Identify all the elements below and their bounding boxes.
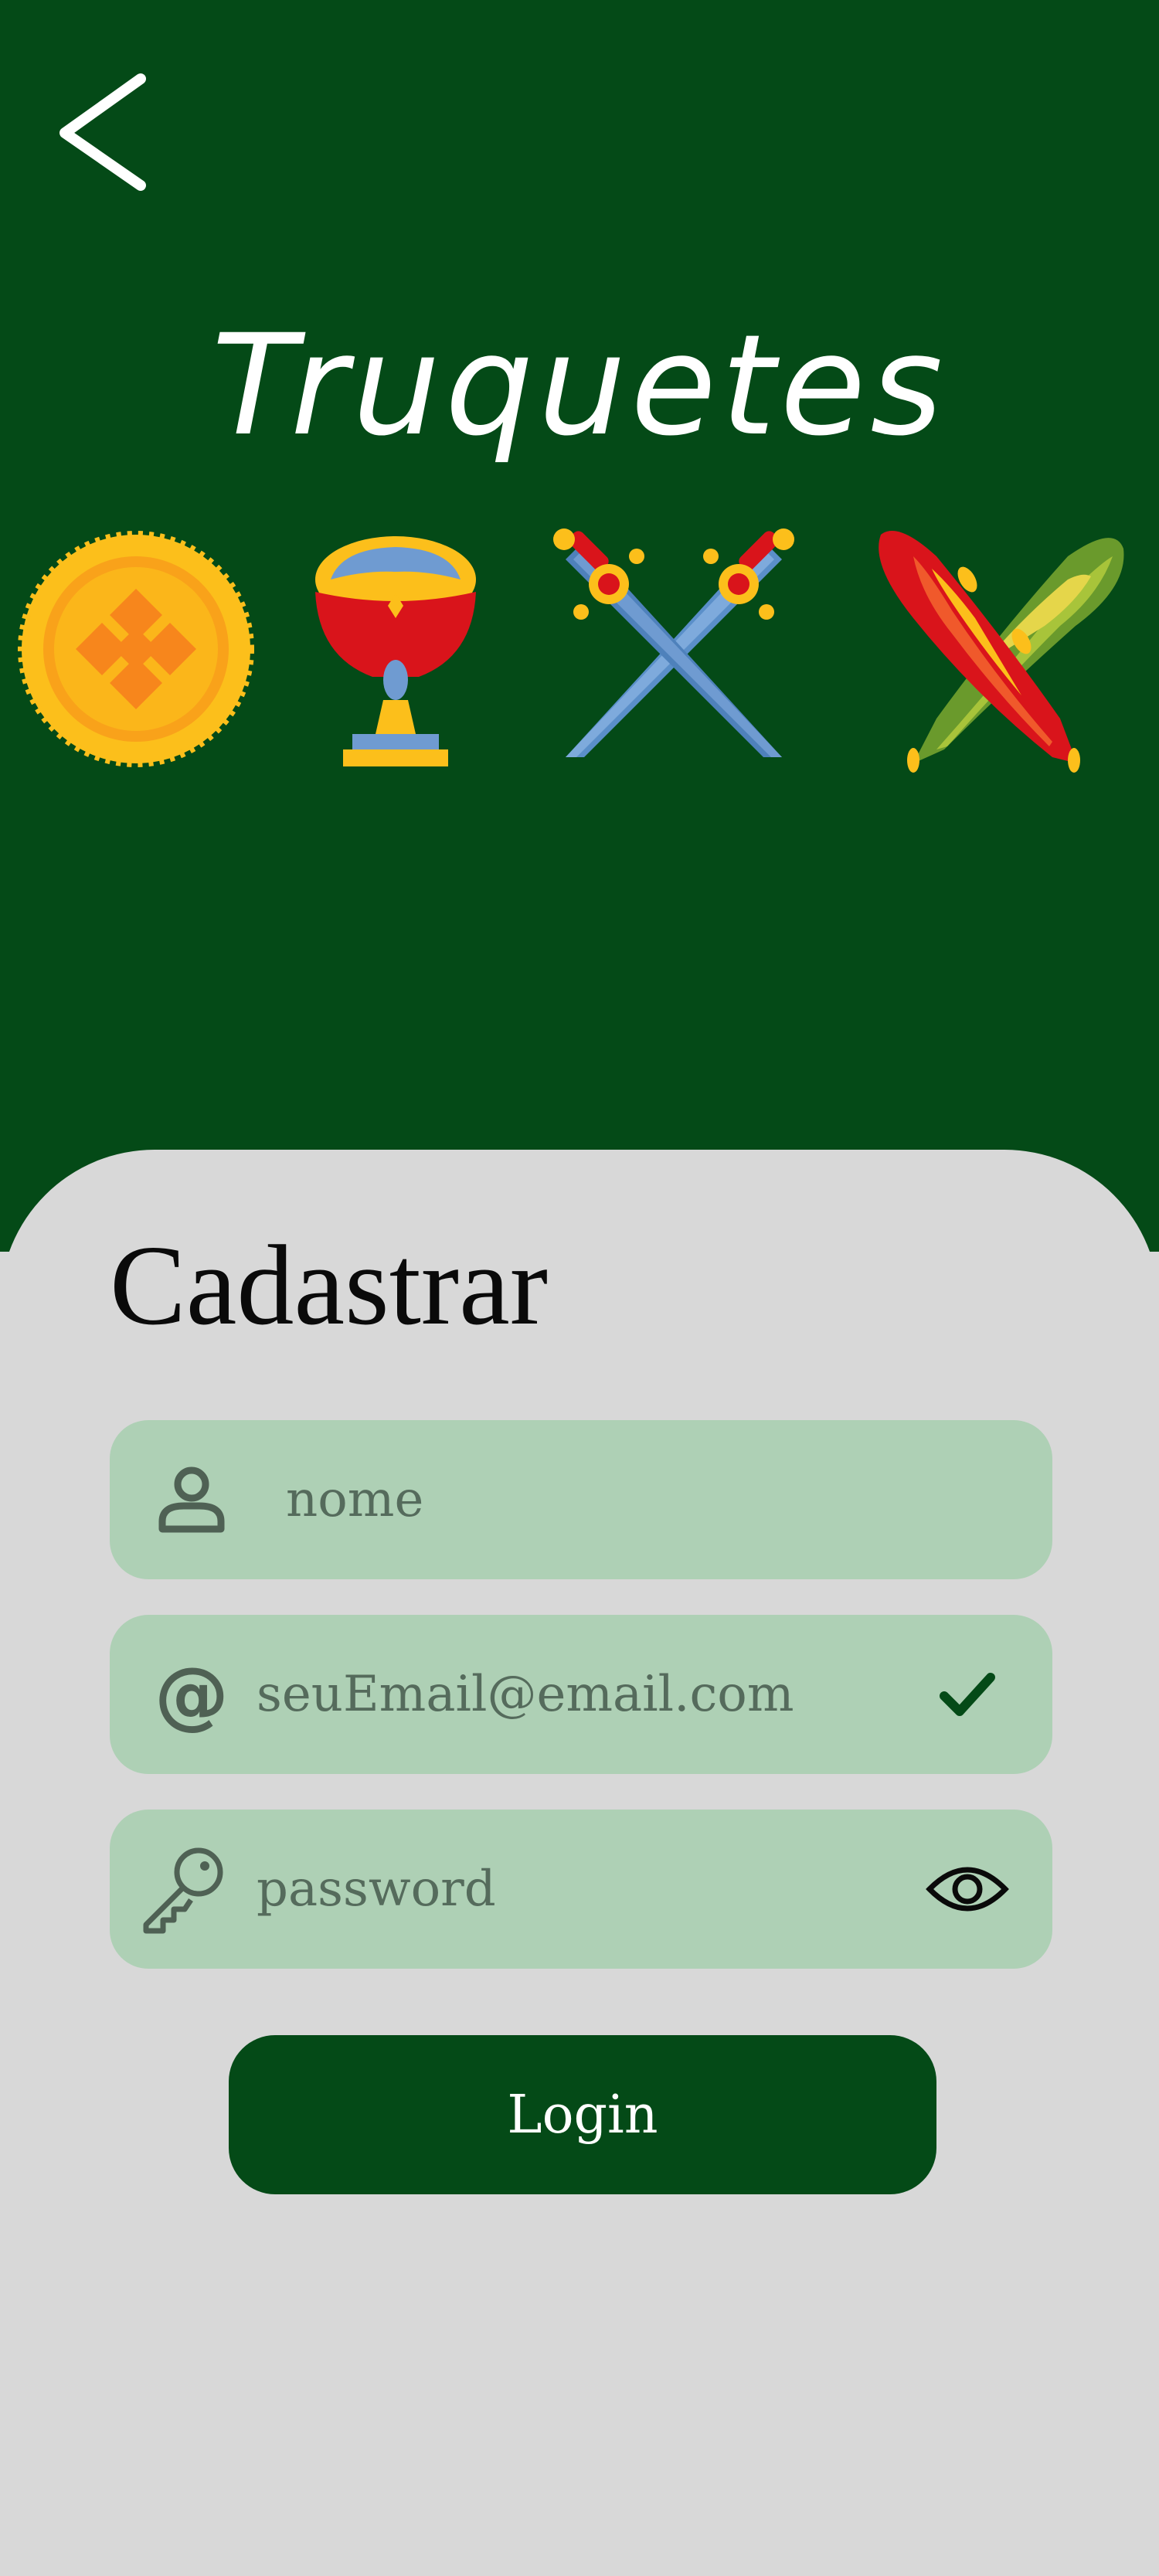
crossed-swords-icon [550,525,797,773]
name-input-placeholder: nome [286,1471,424,1528]
key-icon [125,1810,241,1969]
email-field[interactable]: @ seuEmail@email.com [110,1615,1052,1774]
header-banner: Truquetes [0,0,1159,1252]
name-field[interactable]: nome [110,1420,1052,1579]
chalice-cup-icon [272,525,519,773]
chevron-left-icon [59,73,146,191]
check-icon [913,1615,1021,1774]
password-input-placeholder: password [257,1861,496,1918]
show-password-toggle[interactable] [913,1810,1021,1969]
coin-medal-icon [12,525,260,773]
suit-icons-row [0,525,1159,773]
app-title: Truquetes [211,305,948,467]
email-input-value: seuEmail@email.com [257,1666,794,1723]
password-field[interactable]: password [110,1810,1052,1969]
crossed-clubs-icon [867,525,1124,773]
back-button[interactable] [54,70,162,201]
eye-icon [926,1867,1009,1912]
login-button[interactable]: Login [229,2035,936,2194]
user-icon [138,1420,246,1579]
form-title: Cadastrar [110,1222,549,1349]
at-sign-icon: @ [155,1651,229,1738]
